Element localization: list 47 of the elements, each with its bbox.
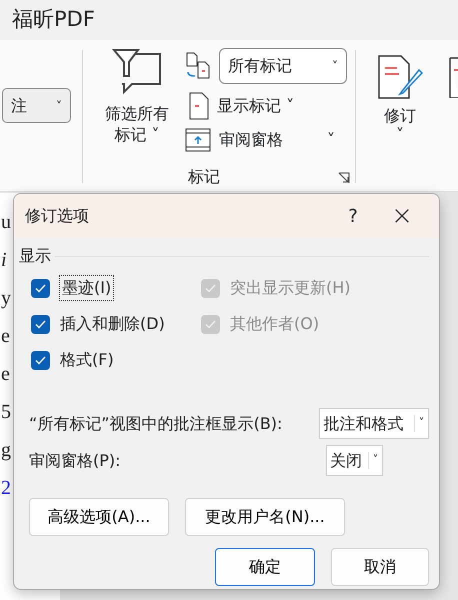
track-changes-button[interactable]: 修订 ˅: [376, 54, 424, 144]
document-text: y: [1, 286, 11, 311]
checkbox-label: 其他作者(O): [230, 313, 320, 335]
review-pane-icon: [185, 128, 211, 152]
dialog-launcher-icon[interactable]: [338, 172, 350, 184]
help-button[interactable]: ?: [333, 202, 373, 230]
markup-select[interactable]: 所有标记 ˅: [219, 48, 347, 84]
group-label: 标记: [188, 166, 220, 188]
document-icon: [189, 92, 209, 120]
checkmark-icon: [205, 320, 216, 328]
cancel-button[interactable]: 取消: [330, 548, 429, 586]
checkmark-icon: [205, 284, 216, 292]
show-markup-button[interactable]: 显示标记 ˅: [189, 92, 347, 120]
checkmark-icon: [35, 284, 46, 292]
checkbox-label: 突出显示更新(H): [230, 277, 351, 299]
option-button[interactable]: 高级选项(A)...: [29, 498, 169, 536]
dropdown[interactable]: 注 ˅: [2, 88, 71, 123]
field-label: 审阅窗格(P):: [29, 450, 122, 472]
filter-comment-icon: [112, 46, 162, 96]
ok-button[interactable]: 确定: [215, 548, 315, 586]
section-label: 显示: [19, 245, 51, 267]
dialog-title: 修订选项: [25, 205, 90, 227]
app-title: 福昕PDF: [0, 0, 458, 40]
document-compare-icon: [185, 52, 211, 80]
document-text: i: [1, 248, 7, 273]
document-text: g: [1, 438, 11, 463]
dropdown[interactable]: 关闭 ˅: [326, 445, 383, 476]
checkbox[interactable]: [31, 350, 50, 370]
checkbox-label: 格式(F): [60, 349, 114, 371]
document-text: 5: [1, 400, 11, 425]
field-label: “所有标记”视图中的批注框显示(B):: [29, 412, 284, 434]
edit-document-icon: [377, 54, 423, 100]
checkbox[interactable]: [31, 314, 50, 334]
review-pane-button[interactable]: 审阅窗格 ˅: [185, 128, 335, 152]
checkbox[interactable]: [31, 278, 50, 298]
document-text: u: [1, 210, 11, 235]
document-text: e: [1, 362, 10, 387]
option-button[interactable]: 更改用户名(N)...: [185, 498, 345, 536]
checkmark-icon: [35, 320, 46, 328]
document-text: e: [1, 324, 10, 349]
document-text: 2: [1, 476, 11, 501]
filter-markup-button[interactable]: 筛选所有 标记 ˅: [97, 46, 177, 146]
checkmark-icon: [35, 356, 46, 364]
dropdown[interactable]: 批注和格式 ˅: [319, 408, 429, 439]
checkbox-label: 墨迹(I): [60, 276, 114, 300]
checkbox-label: 插入和删除(D): [60, 313, 165, 335]
close-button[interactable]: ×: [373, 196, 431, 236]
